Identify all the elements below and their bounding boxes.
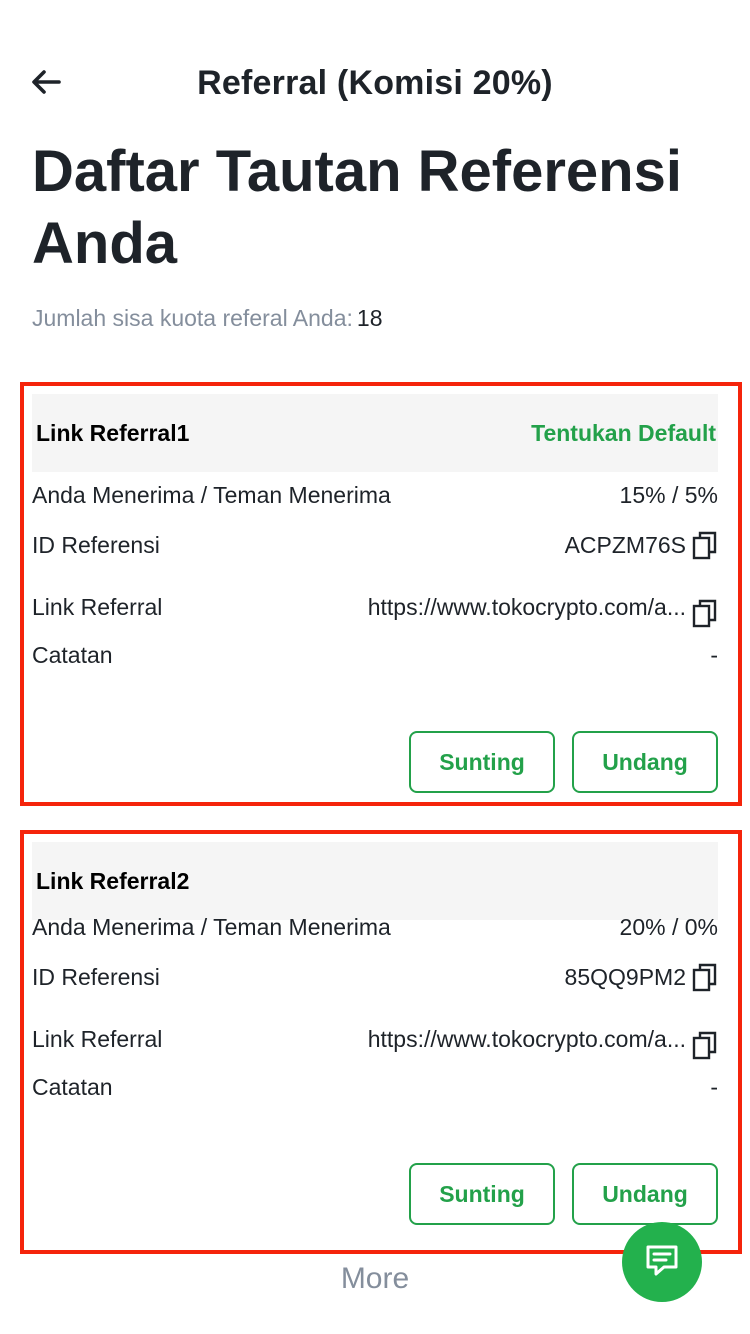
ref-id-value: 85QQ9PM2 [564,963,686,990]
ref-id-row: ID Referensi ACPZM76S [32,530,718,560]
ref-id-value: ACPZM76S [564,531,686,558]
copy-icon[interactable] [692,1030,718,1060]
note-value: - [710,1074,718,1100]
invite-button[interactable]: Undang [572,1163,718,1225]
set-default-link[interactable]: Tentukan Default [531,420,716,447]
card-header: Link Referral1 Tentukan Default [32,394,718,472]
rate-row: Anda Menerima / Teman Menerima 20% / 0% [32,914,718,941]
link-row: Link Referral https://www.tokocrypto.com… [32,586,718,628]
page-title: Daftar Tautan Referensi Anda [32,139,682,276]
note-row: Catatan - [32,642,718,669]
chat-button[interactable] [622,1222,702,1302]
rate-label: Anda Menerima / Teman Menerima [32,914,391,940]
rate-value: 15% / 5% [619,482,718,508]
referral-card: Link Referral1 Tentukan Default Anda Men… [20,382,742,806]
link-value: https://www.tokocrypto.com/a... [367,1025,686,1052]
link-value: https://www.tokocrypto.com/a... [367,593,686,620]
invite-button[interactable]: Undang [572,731,718,793]
quota-info: Jumlah sisa kuota referal Anda: 18 [32,305,383,332]
edit-button[interactable]: Sunting [409,731,555,793]
ref-id-label: ID Referensi [32,963,160,990]
ref-id-label: ID Referensi [32,531,160,558]
card-title: Link Referral1 [36,419,190,446]
card-title: Link Referral2 [36,867,190,894]
link-row: Link Referral https://www.tokocrypto.com… [32,1018,718,1060]
quota-label: Jumlah sisa kuota referal Anda: [32,305,353,331]
quota-value: 18 [356,305,383,331]
copy-icon[interactable] [692,598,718,628]
chat-icon [642,1240,682,1285]
note-label: Catatan [32,642,113,668]
copy-icon[interactable] [692,962,718,992]
top-bar: Referral (Komisi 20%) [0,50,750,120]
header-title: Referral (Komisi 20%) [197,64,553,102]
rate-value: 20% / 0% [619,914,718,940]
link-label: Link Referral [32,1025,163,1052]
card-header: Link Referral2 [32,842,718,920]
note-row: Catatan - [32,1074,718,1101]
copy-icon[interactable] [692,530,718,560]
ref-id-row: ID Referensi 85QQ9PM2 [32,962,718,992]
rate-row: Anda Menerima / Teman Menerima 15% / 5% [32,482,718,509]
note-label: Catatan [32,1074,113,1100]
rate-label: Anda Menerima / Teman Menerima [32,482,391,508]
edit-button[interactable]: Sunting [409,1163,555,1225]
note-value: - [710,642,718,668]
link-label: Link Referral [32,593,163,620]
referral-card: Link Referral2 Anda Menerima / Teman Men… [20,830,742,1254]
